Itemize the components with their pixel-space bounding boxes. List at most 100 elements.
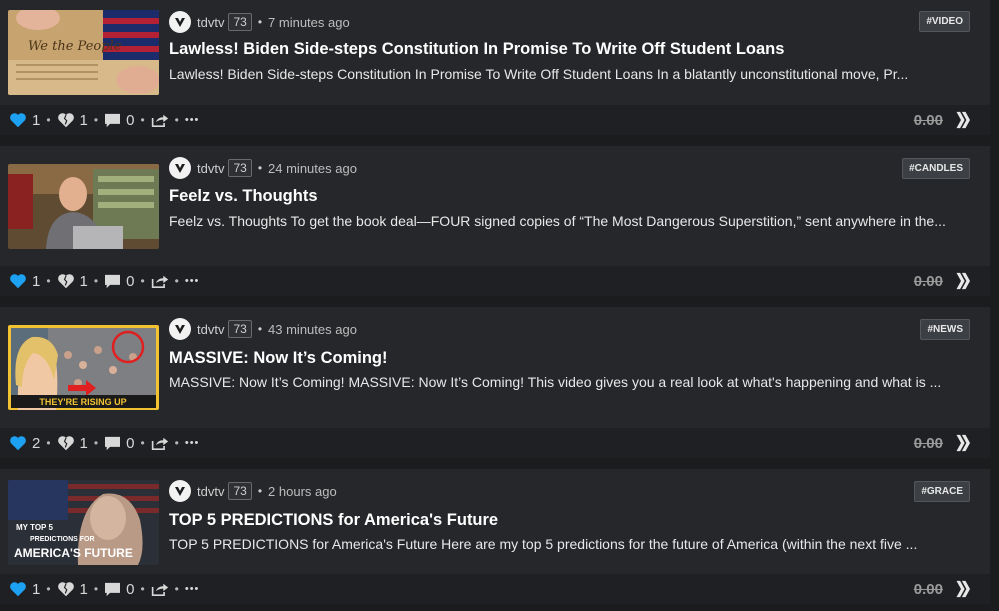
more-icon[interactable]: •••	[185, 114, 200, 126]
thumbnail-caption: THEY'RE RISING UP	[39, 397, 126, 407]
upvote-count[interactable]: 1	[32, 581, 40, 598]
thumbnail-caption-2: PREDICTIONS FOR	[30, 536, 95, 543]
upvote-count[interactable]: 2	[32, 435, 40, 452]
comment-button[interactable]	[104, 113, 121, 128]
author-name[interactable]: tdvtv	[197, 484, 224, 499]
share-icon	[151, 275, 168, 288]
post-time[interactable]: 24 minutes ago	[268, 161, 357, 176]
downvote-count[interactable]: 1	[80, 581, 88, 598]
avatar[interactable]	[169, 480, 191, 502]
bar-separator: •	[46, 274, 51, 288]
post-thumbnail[interactable]: MY TOP 5 PREDICTIONS FOR AMERICA'S FUTUR…	[8, 480, 159, 565]
hive-logo-icon	[956, 272, 970, 290]
upvote-count[interactable]: 1	[32, 273, 40, 290]
reblog-button[interactable]	[151, 582, 169, 597]
hive-logo-button[interactable]	[951, 580, 971, 598]
avatar[interactable]	[169, 157, 191, 179]
bar-separator: •	[140, 582, 145, 596]
hive-logo-button[interactable]	[951, 111, 971, 129]
hive-logo-icon	[956, 111, 970, 129]
heart-icon	[10, 582, 26, 597]
card-gap	[0, 135, 999, 146]
post-snippet[interactable]: TOP 5 PREDICTIONS for America's Future H…	[169, 531, 969, 557]
avatar[interactable]	[169, 318, 191, 340]
bar-separator: •	[140, 436, 145, 450]
downvote-count[interactable]: 1	[80, 435, 88, 452]
comment-icon	[105, 274, 121, 288]
post-snippet[interactable]: Lawless! Biden Side-steps Constitution I…	[169, 61, 969, 87]
avatar[interactable]	[169, 11, 191, 33]
more-icon[interactable]: •••	[185, 583, 200, 595]
hive-logo-button[interactable]	[951, 272, 971, 290]
payout-value[interactable]: 0.00	[914, 581, 943, 598]
reputation-badge: 73	[228, 482, 252, 500]
post-card: MY TOP 5 PREDICTIONS FOR AMERICA'S FUTUR…	[0, 469, 990, 574]
bar-separator: •	[93, 274, 99, 288]
post-title[interactable]: Lawless! Biden Side-steps Constitution I…	[169, 40, 965, 59]
downvote-button[interactable]	[57, 273, 75, 289]
comment-icon	[105, 582, 121, 596]
broken-heart-icon	[57, 113, 74, 128]
upvote-button[interactable]	[9, 273, 27, 289]
post-time[interactable]: 43 minutes ago	[268, 322, 357, 337]
author-name[interactable]: tdvtv	[197, 161, 224, 176]
bar-separator: •	[93, 436, 99, 450]
comment-icon	[105, 113, 121, 127]
downvote-count[interactable]: 1	[80, 273, 88, 290]
more-icon[interactable]: •••	[185, 275, 200, 287]
thumbnail-caption-3: AMERICA'S FUTURE	[14, 546, 133, 560]
downvote-button[interactable]	[57, 435, 75, 451]
post-snippet[interactable]: MASSIVE: Now It’s Coming! MASSIVE: Now I…	[169, 369, 969, 395]
hive-logo-icon	[956, 434, 970, 452]
post-feed: We the People tdvtv 73 • 7 minutes ago #…	[0, 0, 999, 611]
card-gap	[0, 604, 999, 611]
post-meta: tdvtv 73 • 43 minutes ago	[169, 317, 357, 341]
thumbnail-image: We the People	[8, 10, 159, 95]
post-tag[interactable]: #NEWS	[920, 319, 970, 340]
upvote-button[interactable]	[9, 435, 27, 451]
upvote-count[interactable]: 1	[32, 112, 40, 129]
upvote-button[interactable]	[9, 581, 27, 597]
post-thumbnail[interactable]: We the People	[8, 10, 159, 95]
comment-button[interactable]	[104, 274, 121, 289]
post-tag[interactable]: #CANDLES	[902, 158, 970, 179]
post-time[interactable]: 2 hours ago	[268, 484, 337, 499]
post-time[interactable]: 7 minutes ago	[268, 15, 350, 30]
avatar-logo-icon	[175, 325, 185, 334]
reblog-button[interactable]	[151, 436, 169, 451]
card-gap	[0, 296, 999, 307]
post-snippet[interactable]: Feelz vs. Thoughts To get the book deal—…	[169, 208, 969, 234]
comment-button[interactable]	[104, 582, 121, 597]
post-title[interactable]: TOP 5 PREDICTIONS for America's Future	[169, 511, 965, 530]
post-thumbnail[interactable]: THEY'RE RISING UP	[8, 325, 159, 410]
post-thumbnail[interactable]	[8, 164, 159, 249]
broken-heart-icon	[57, 274, 74, 289]
post-tag[interactable]: #VIDEO	[919, 11, 970, 32]
post-title[interactable]: Feelz vs. Thoughts	[169, 187, 965, 206]
post-title[interactable]: MASSIVE: Now It’s Coming!	[169, 349, 965, 368]
post-tag[interactable]: #GRACE	[914, 481, 970, 502]
downvote-button[interactable]	[57, 581, 75, 597]
reblog-button[interactable]	[151, 274, 169, 289]
downvote-button[interactable]	[57, 112, 75, 128]
post-meta: tdvtv 73 • 24 minutes ago	[169, 156, 357, 180]
upvote-button[interactable]	[9, 112, 27, 128]
comment-button[interactable]	[104, 436, 121, 451]
hive-logo-button[interactable]	[951, 434, 971, 452]
payout-value[interactable]: 0.00	[914, 273, 943, 290]
downvote-count[interactable]: 1	[80, 112, 88, 129]
post-meta: tdvtv 73 • 7 minutes ago	[169, 10, 350, 34]
avatar-logo-icon	[175, 18, 185, 27]
post-action-bar: 2 • 1 • 0 • • ••• 0.00	[0, 428, 990, 458]
payout-value[interactable]: 0.00	[914, 112, 943, 129]
post-action-bar: 1 • 1 • 0 • • ••• 0.00	[0, 574, 990, 604]
reblog-button[interactable]	[151, 113, 169, 128]
bar-separator: •	[93, 113, 99, 127]
author-name[interactable]: tdvtv	[197, 15, 224, 30]
more-icon[interactable]: •••	[185, 437, 200, 449]
author-name[interactable]: tdvtv	[197, 322, 224, 337]
card-gap	[0, 458, 999, 469]
bar-separator: •	[174, 274, 179, 288]
thumbnail-caption-1: MY TOP 5	[16, 523, 53, 532]
payout-value[interactable]: 0.00	[914, 435, 943, 452]
